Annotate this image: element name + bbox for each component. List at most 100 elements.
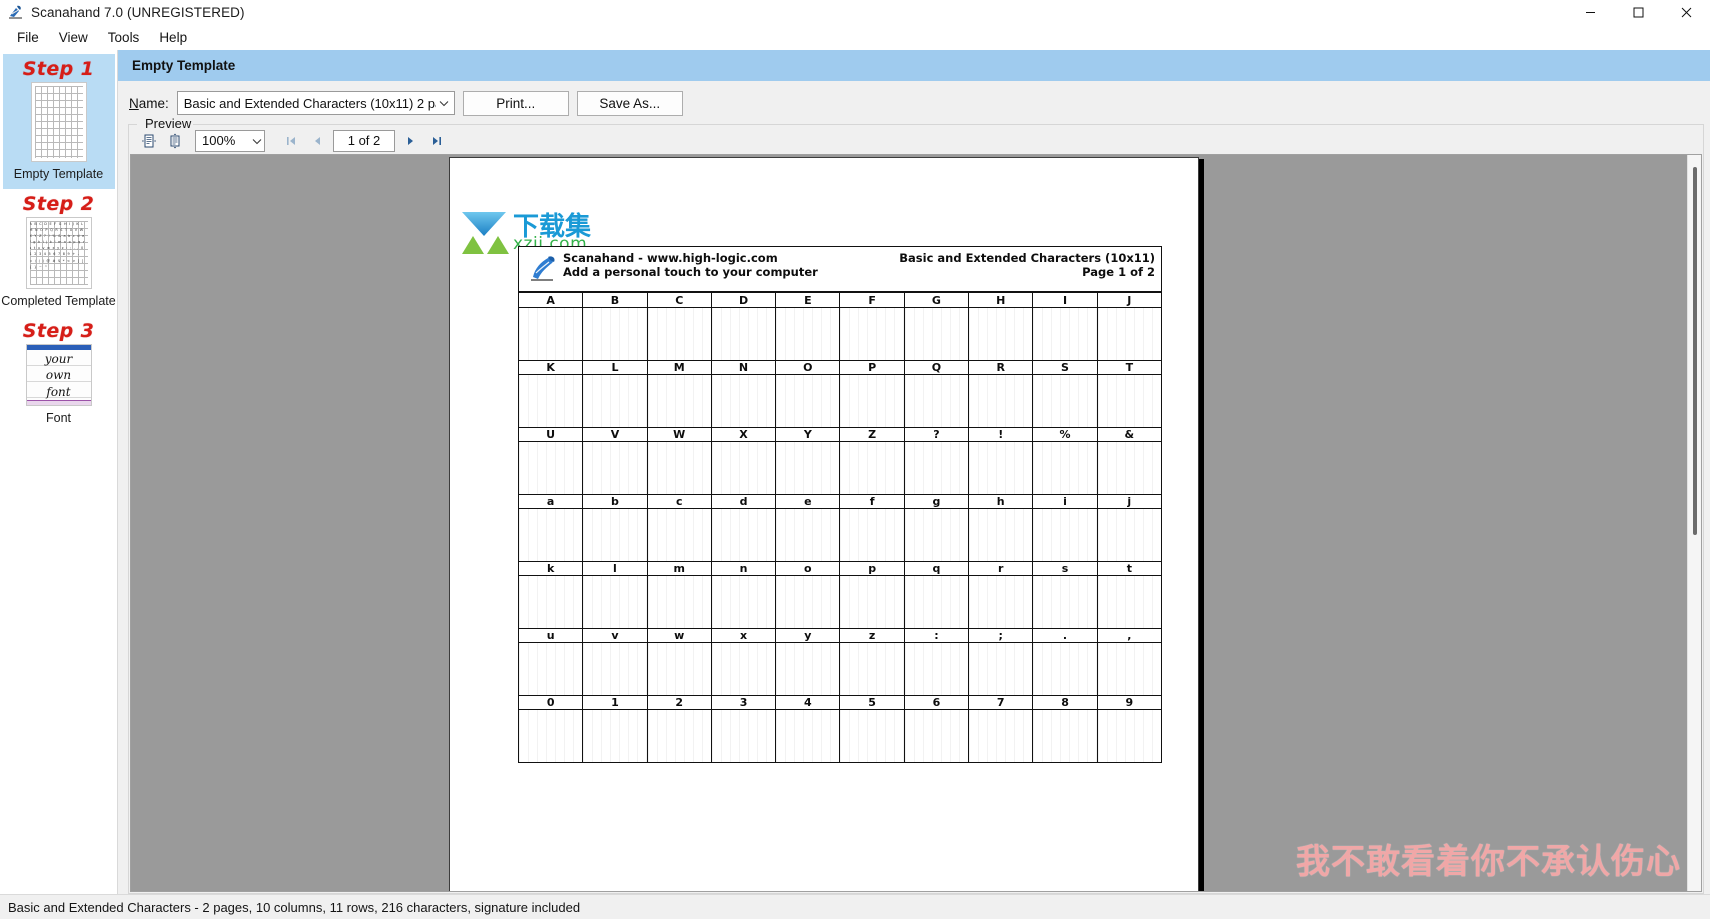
preview-toolbar: 100% 1 of 2	[129, 124, 1703, 154]
character-write-row	[518, 375, 1162, 427]
character-label-cell: R	[969, 361, 1034, 374]
character-write-cell	[775, 509, 841, 561]
application-window: Scanahand 7.0 (UNREGISTERED) File View T…	[0, 0, 1710, 919]
character-label-cell: h	[969, 495, 1034, 508]
empty-template-thumbnail	[30, 82, 87, 162]
next-page-button[interactable]	[401, 130, 421, 152]
character-write-cell	[968, 509, 1034, 561]
character-write-cell	[839, 442, 905, 494]
print-button[interactable]: Print...	[462, 90, 569, 116]
sheet-header-line1: Scanahand - www.high-logic.com	[563, 251, 778, 265]
scanahand-icon	[7, 3, 25, 21]
step-sidebar: Step 1 Empty Template Step 2 ABCDEFGHIJK…	[0, 50, 118, 894]
minimize-button[interactable]	[1566, 0, 1614, 24]
sidebar-item-font[interactable]: Step 3 your own font Font	[3, 316, 115, 433]
sidebar-item-completed-template[interactable]: Step 2 ABCDEFGHIJKLMNOPQRSTUVWXYZ?!%&abc…	[1, 189, 115, 316]
character-row-header: ABCDEFGHI J	[519, 293, 1161, 308]
character-label-cell: ,	[1127, 629, 1132, 642]
character-write-cell	[775, 643, 841, 695]
character-write-cell	[775, 442, 841, 494]
character-write-cell	[903, 375, 970, 427]
character-label-cell: 2	[648, 696, 712, 709]
character-write-cell	[1032, 308, 1098, 360]
template-name-combobox[interactable]: Basic and Extended Characters (10x11) 2 …	[176, 91, 455, 115]
character-label-cell: i	[1033, 495, 1098, 508]
download-watermark-cn: 下载集	[513, 212, 592, 242]
menu-bar: File View Tools Help	[0, 24, 1710, 50]
character-write-cell	[839, 375, 905, 427]
menu-file[interactable]: File	[8, 27, 48, 48]
zoom-value: 100%	[202, 133, 236, 148]
menu-help[interactable]: Help	[150, 27, 196, 48]
close-button[interactable]	[1662, 0, 1710, 24]
character-write-cell	[775, 576, 841, 628]
single-page-view-icon[interactable]	[139, 131, 159, 151]
character-write-cell	[582, 509, 648, 561]
character-label-cell: M	[648, 361, 712, 374]
character-grid: A B C D E F G H I J K L M N O P Q R S T U V W X Y Z?!% & a b c d e f g h i j…	[518, 293, 1162, 762]
first-page-button[interactable]	[281, 130, 301, 152]
page-indicator[interactable]: 1 of 2	[333, 129, 395, 152]
content-pane: Empty Template Name: Basic and Extended …	[118, 50, 1710, 894]
character-label-cell: 3	[712, 696, 777, 709]
character-write-cell	[968, 576, 1034, 628]
character-write-cell	[518, 509, 584, 561]
character-label-cell: C	[648, 293, 712, 307]
character-label-cell: W	[648, 428, 712, 441]
menu-view[interactable]: View	[50, 27, 97, 48]
character-label-cell: D	[712, 293, 777, 307]
maximize-button[interactable]	[1614, 0, 1662, 24]
character-label-cell: z	[840, 629, 905, 642]
character-label-cell: J	[1127, 293, 1132, 307]
template-name-value: Basic and Extended Characters (10x11) 2 …	[183, 95, 436, 111]
last-page-button[interactable]	[427, 130, 447, 152]
title-bar: Scanahand 7.0 (UNREGISTERED)	[0, 0, 1710, 24]
menu-tools[interactable]: Tools	[99, 27, 149, 48]
character-label-cell: 8	[1033, 696, 1098, 709]
character-write-cell	[582, 576, 648, 628]
zoom-combobox[interactable]: 100%	[195, 129, 265, 152]
character-write-cell	[839, 509, 905, 561]
character-row-header: abcdefghi j	[519, 494, 1161, 509]
character-write-cell	[518, 375, 584, 427]
character-label-cell: t	[1126, 562, 1132, 575]
character-write-cell	[1096, 442, 1162, 494]
character-write-cell	[903, 643, 970, 695]
character-label-cell: O	[776, 361, 841, 374]
print-button-label: Print...	[496, 95, 536, 111]
preview-scrollbar-thumb[interactable]	[1693, 167, 1697, 535]
character-row-header: u v w x y z:;.,	[519, 628, 1161, 643]
character-write-cell	[518, 710, 584, 762]
sheet-header-line2: Add a personal touch to your computer	[563, 264, 818, 279]
step-3-heading: Step 3	[22, 320, 95, 342]
character-label-cell: E	[776, 293, 841, 307]
character-write-cell	[646, 442, 712, 494]
character-write-cell	[839, 308, 905, 360]
character-write-cell	[903, 710, 970, 762]
character-write-cell	[968, 710, 1034, 762]
character-write-cell	[1032, 576, 1098, 628]
window-controls	[1566, 0, 1710, 24]
chevron-down-icon	[436, 100, 452, 107]
character-write-row	[518, 643, 1162, 695]
character-label-cell: b	[583, 495, 648, 508]
character-write-cell	[775, 710, 841, 762]
character-label-cell: H	[969, 293, 1034, 307]
preview-group: Preview 100% 1 of 2 下载集 xzii.com Scanaha…	[128, 116, 1704, 894]
character-label-cell: Q	[905, 361, 970, 374]
character-write-cell	[1096, 710, 1162, 762]
font-thumb-line-1: your	[44, 352, 73, 367]
save-as-button[interactable]: Save As...	[576, 90, 683, 116]
preview-vertical-scrollbar[interactable]	[1687, 155, 1701, 891]
previous-page-button[interactable]	[307, 130, 327, 152]
character-label-cell: U	[519, 428, 584, 441]
character-write-cell	[582, 375, 648, 427]
multi-page-view-icon[interactable]	[165, 131, 185, 151]
character-label-cell: m	[648, 562, 712, 575]
character-label-cell: V	[583, 428, 648, 441]
character-label-cell: L	[583, 361, 648, 374]
character-label-cell: f	[840, 495, 905, 508]
sidebar-item-empty-template[interactable]: Step 1 Empty Template	[2, 54, 115, 189]
completed-template-thumbnail-chars: ABCDEFGHIJKLMNOPQRSTUVWXYZ?!%&abcdefghij…	[29, 222, 87, 269]
preview-canvas[interactable]: 下载集 xzii.com Scanahand - www.high-logic.…	[131, 155, 1687, 891]
